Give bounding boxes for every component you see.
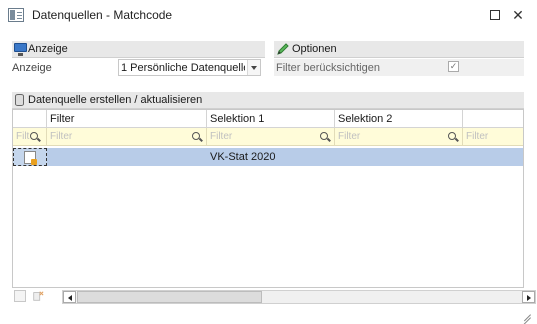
row-icon-cell[interactable] <box>13 148 47 166</box>
filter-placeholder: Filt <box>16 131 30 142</box>
optionen-group-header: Optionen <box>274 41 524 58</box>
maximize-icon <box>490 9 500 20</box>
database-icon <box>15 94 24 106</box>
app-window-icon <box>8 8 24 22</box>
filter-cell-icon[interactable]: Filt <box>13 128 47 146</box>
anzeige-group-header: Anzeige <box>12 41 265 58</box>
delete-row-icon[interactable] <box>32 290 44 302</box>
cell-filter[interactable] <box>47 148 207 166</box>
search-icon[interactable] <box>192 132 200 140</box>
close-icon: ✕ <box>512 7 524 23</box>
column-header-selektion-1[interactable]: Selektion 1 <box>207 110 335 128</box>
close-button[interactable]: ✕ <box>509 6 527 24</box>
horizontal-scrollbar[interactable] <box>62 290 536 304</box>
pencil-icon <box>277 43 289 55</box>
filter-placeholder: Filter <box>338 131 361 142</box>
search-icon[interactable] <box>448 132 456 140</box>
scroll-left-icon[interactable] <box>63 291 76 303</box>
cell-selektion-2[interactable] <box>335 148 463 166</box>
maximize-button[interactable] <box>486 6 504 24</box>
datenquelle-grid[interactable]: Filter Selektion 1 Selektion 2 Filt Filt… <box>12 109 524 288</box>
chevron-down-icon[interactable] <box>247 60 260 75</box>
column-header-filter[interactable]: Filter <box>47 110 207 128</box>
column-header-selektion-2[interactable]: Selektion 2 <box>335 110 463 128</box>
resize-grip-icon[interactable] <box>519 306 531 318</box>
filter-cell-filter[interactable]: Filter <box>47 128 207 146</box>
title-bar: Datenquellen - Matchcode ✕ <box>0 0 537 30</box>
filter-cell-extra[interactable]: Filter <box>463 128 523 146</box>
filter-cell-selektion-1[interactable]: Filter <box>207 128 335 146</box>
datenquelle-header-label: Datenquelle erstellen / aktualisieren <box>28 94 203 106</box>
filter-placeholder: Filter <box>210 131 233 142</box>
search-icon[interactable] <box>30 132 38 140</box>
check-icon: ✓ <box>449 61 458 71</box>
window-title: Datenquellen - Matchcode <box>32 8 173 22</box>
column-header-extra[interactable] <box>463 110 523 128</box>
document-icon <box>24 151 37 165</box>
monitor-icon <box>14 43 27 56</box>
filter-checkbox[interactable]: ✓ <box>448 61 459 72</box>
column-header-icon[interactable] <box>13 110 47 128</box>
anzeige-header-label: Anzeige <box>28 43 68 55</box>
cell-selektion-1[interactable]: VK-Stat 2020 <box>207 148 335 166</box>
anzeige-combobox[interactable]: 1 Persönliche Datenquelle;2 <box>118 59 261 76</box>
datenquelle-group-header: Datenquelle erstellen / aktualisieren <box>12 92 524 109</box>
filter-option-label: Filter berücksichtigen <box>276 62 380 74</box>
scroll-thumb[interactable] <box>77 291 262 303</box>
anzeige-combobox-value: 1 Persönliche Datenquelle;2 <box>121 62 245 74</box>
filter-placeholder: Filter <box>466 131 489 142</box>
scroll-right-icon[interactable] <box>522 291 535 303</box>
search-icon[interactable] <box>320 132 328 140</box>
grid-bottom-bar <box>12 288 536 305</box>
filter-cell-selektion-2[interactable]: Filter <box>335 128 463 146</box>
new-row-icon[interactable] <box>14 290 26 302</box>
anzeige-field-label: Anzeige <box>12 62 52 74</box>
optionen-header-label: Optionen <box>292 43 337 55</box>
filter-placeholder: Filter <box>50 131 73 142</box>
